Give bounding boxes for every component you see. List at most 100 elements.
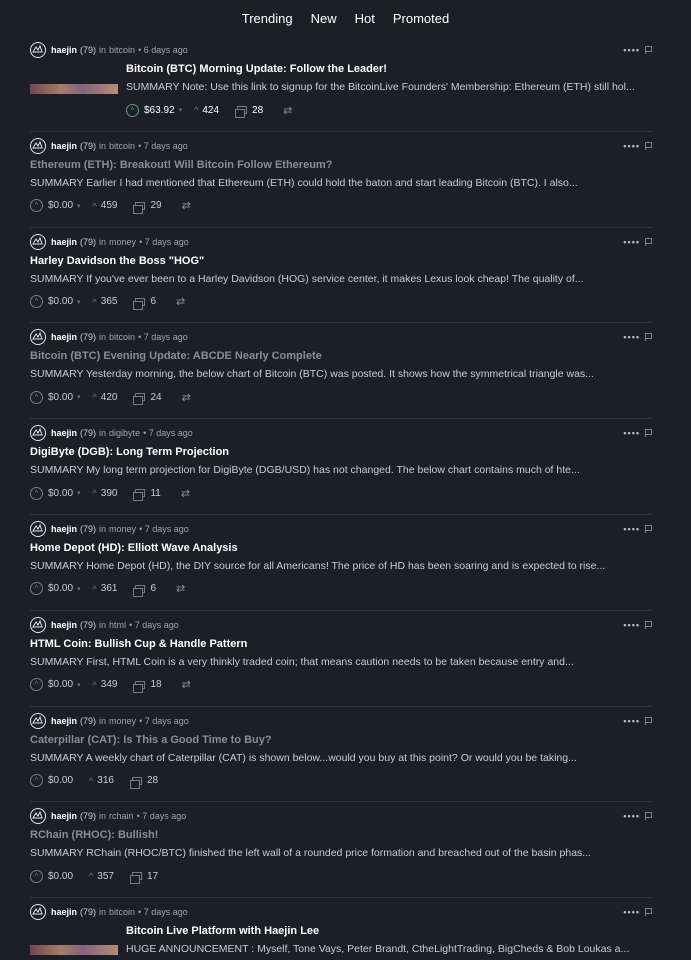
payout-value[interactable]: $0.00 (48, 392, 73, 403)
comments-icon[interactable] (129, 872, 142, 885)
flag-icon[interactable] (645, 908, 652, 917)
more-dots-icon[interactable]: •••• (623, 141, 640, 151)
more-dots-icon[interactable]: •••• (623, 620, 640, 630)
payout-value[interactable]: $0.00 (48, 583, 73, 594)
comment-count[interactable]: 6 (150, 296, 156, 307)
steem-avatar-icon[interactable] (30, 137, 46, 154)
post-title[interactable]: Bitcoin (BTC) Evening Update: ABCDE Near… (30, 350, 652, 362)
payout-value[interactable]: $0.00 (48, 775, 73, 786)
flag-icon[interactable] (645, 141, 652, 150)
post-summary[interactable]: SUMMARY Yesterday morning, the below cha… (30, 368, 652, 380)
chevron-down-icon[interactable]: ▾ (179, 106, 183, 114)
payout-value[interactable]: $0.00 (48, 871, 73, 882)
flag-icon[interactable] (645, 429, 652, 438)
post-title[interactable]: Home Depot (HD): Elliott Wave Analysis (30, 542, 652, 554)
category-link[interactable]: bitcoin (109, 141, 135, 151)
comments-icon[interactable] (129, 776, 142, 789)
category-link[interactable]: html (109, 620, 126, 630)
post-title[interactable]: Caterpillar (CAT): Is This a Good Time t… (30, 734, 652, 746)
comments-icon[interactable] (133, 297, 146, 310)
vote-count[interactable]: 361 (101, 583, 118, 594)
steem-avatar-icon[interactable] (30, 233, 46, 250)
comments-icon[interactable] (133, 393, 146, 406)
vote-count[interactable]: 349 (101, 679, 118, 690)
flag-icon[interactable] (645, 237, 652, 246)
category-link[interactable]: money (109, 716, 136, 726)
steem-avatar-icon[interactable] (30, 808, 46, 825)
upvote-chevron-icon[interactable]: ^ (30, 678, 43, 692)
upvote-chevron-icon[interactable]: ^ (30, 869, 43, 883)
comment-count[interactable]: 18 (150, 679, 161, 690)
comment-count[interactable]: 28 (147, 775, 158, 786)
comment-count[interactable]: 11 (150, 488, 160, 499)
resteem-icon[interactable]: ⇄ (176, 295, 185, 308)
resteem-icon[interactable]: ⇄ (182, 678, 191, 691)
steem-avatar-icon[interactable] (30, 42, 46, 58)
author-link[interactable]: haejin (51, 237, 77, 247)
vote-count[interactable]: 420 (101, 392, 118, 403)
category-link[interactable]: bitcoin (109, 332, 135, 342)
category-link[interactable]: money (109, 237, 136, 247)
post-summary[interactable]: SUMMARY If you've ever been to a Harley … (30, 273, 652, 285)
post-summary[interactable]: SUMMARY A weekly chart of Caterpillar (C… (30, 752, 652, 764)
category-link[interactable]: rchain (109, 811, 134, 821)
comments-icon[interactable] (133, 201, 146, 214)
comments-icon[interactable] (133, 680, 146, 693)
upvote-chevron-icon[interactable]: ^ (30, 390, 43, 404)
more-dots-icon[interactable]: •••• (623, 237, 640, 247)
post-title[interactable]: Bitcoin (BTC) Morning Update: Follow the… (126, 63, 652, 75)
tab-trending[interactable]: Trending (233, 11, 302, 26)
post-summary[interactable]: SUMMARY First, HTML Coin is a very think… (30, 656, 652, 668)
post-title[interactable]: Bitcoin Live Platform with Haejin Lee (126, 925, 652, 937)
post-thumbnail[interactable] (30, 84, 118, 94)
vote-count[interactable]: 357 (97, 871, 114, 882)
post-thumbnail[interactable] (30, 945, 118, 956)
steem-avatar-icon[interactable] (30, 425, 46, 442)
post-summary[interactable]: SUMMARY RChain (RHOC/BTC) finished the l… (30, 847, 652, 859)
steem-avatar-icon[interactable] (30, 712, 46, 729)
more-dots-icon[interactable]: •••• (623, 332, 640, 342)
steem-avatar-icon[interactable] (30, 616, 46, 633)
upvote-chevron-icon[interactable]: ^ (30, 295, 43, 309)
resteem-icon[interactable]: ⇄ (176, 582, 185, 595)
payout-value[interactable]: $0.00 (48, 296, 73, 307)
category-link[interactable]: digibyte (109, 428, 140, 438)
comments-icon[interactable] (133, 584, 146, 597)
more-dots-icon[interactable]: •••• (623, 45, 640, 55)
chevron-down-icon[interactable]: ▾ (77, 298, 81, 306)
flag-icon[interactable] (645, 812, 652, 821)
more-dots-icon[interactable]: •••• (623, 811, 640, 821)
tab-hot[interactable]: Hot (346, 11, 384, 26)
flag-icon[interactable] (645, 620, 652, 629)
author-link[interactable]: haejin (51, 620, 77, 630)
author-link[interactable]: haejin (51, 428, 77, 438)
post-title[interactable]: Ethereum (ETH): Breakout! Will Bitcoin F… (30, 159, 652, 171)
steem-avatar-icon[interactable] (30, 329, 46, 346)
upvote-chevron-icon[interactable]: ^ (30, 774, 43, 788)
payout-value[interactable]: $0.00 (48, 488, 73, 499)
post-title[interactable]: DigiByte (DGB): Long Term Projection (30, 446, 652, 458)
more-dots-icon[interactable]: •••• (623, 907, 640, 917)
post-title[interactable]: HTML Coin: Bullish Cup & Handle Pattern (30, 638, 652, 650)
steem-avatar-icon[interactable] (30, 520, 46, 537)
comment-count[interactable]: 17 (147, 871, 158, 882)
upvote-chevron-icon[interactable]: ^ (30, 199, 43, 213)
chevron-down-icon[interactable]: ▾ (77, 681, 81, 689)
upvote-chevron-icon[interactable]: ^ (30, 582, 43, 596)
vote-count[interactable]: 390 (101, 488, 118, 499)
flag-icon[interactable] (645, 524, 652, 533)
category-link[interactable]: money (109, 524, 136, 534)
comment-count[interactable]: 29 (150, 200, 161, 211)
vote-count[interactable]: 459 (101, 200, 118, 211)
comment-count[interactable]: 6 (150, 583, 156, 594)
category-link[interactable]: bitcoin (109, 907, 135, 917)
resteem-icon[interactable]: ⇄ (283, 104, 292, 117)
author-link[interactable]: haejin (51, 332, 77, 342)
resteem-icon[interactable]: ⇄ (182, 199, 191, 212)
more-dots-icon[interactable]: •••• (623, 716, 640, 726)
chevron-down-icon[interactable]: ▾ (77, 393, 81, 401)
tab-promoted[interactable]: Promoted (384, 11, 458, 26)
more-dots-icon[interactable]: •••• (623, 524, 640, 534)
comments-icon[interactable] (133, 489, 146, 502)
tab-new[interactable]: New (302, 11, 346, 26)
